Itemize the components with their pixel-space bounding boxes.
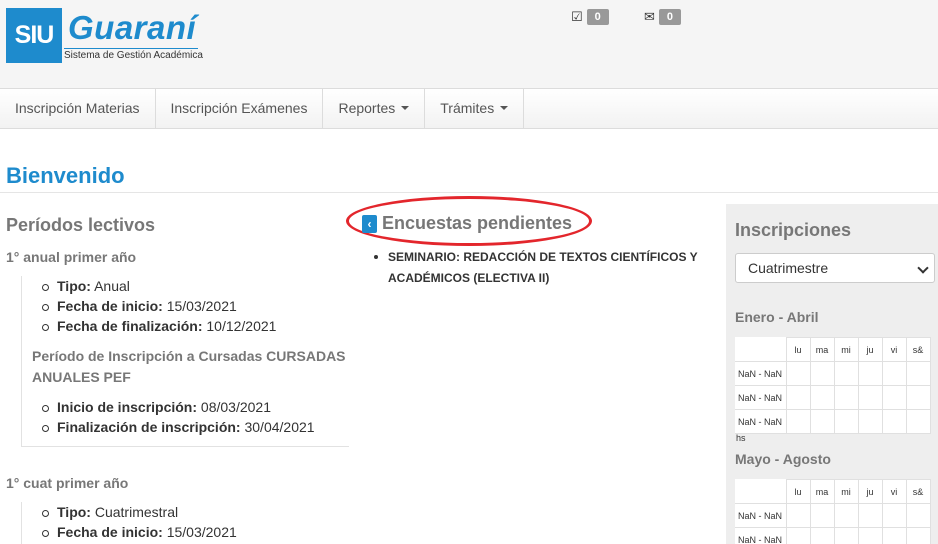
- period-anual-list: Tipo: Anual Fecha de inicio: 15/03/2021 …: [22, 276, 349, 336]
- period-cuat-list: Tipo: Cuatrimestral Fecha de inicio: 15/…: [22, 502, 349, 542]
- chevron-down-icon: [917, 262, 929, 274]
- period-anual-name: 1° anual primer año: [6, 249, 137, 265]
- nav-label: Reportes: [338, 100, 396, 116]
- table-row: NaN - NaN: [735, 527, 931, 544]
- day-header: s&: [905, 479, 931, 504]
- month-title-2: Mayo - Agosto: [735, 451, 831, 467]
- period-anual-details: Tipo: Anual Fecha de inicio: 15/03/2021 …: [21, 276, 349, 447]
- messages-count-badge: 0: [658, 9, 682, 25]
- time-range-label: NaN - NaN: [735, 503, 787, 528]
- time-range-label: NaN - NaN: [735, 409, 787, 434]
- day-header: lu: [785, 337, 811, 362]
- corner-cell: [735, 337, 787, 362]
- month-title-1: Enero - Abril: [735, 309, 819, 325]
- periodos-title: Períodos lectivos: [6, 215, 156, 235]
- title-divider: [0, 192, 938, 193]
- messages-indicator[interactable]: ✉ 0: [644, 9, 682, 25]
- encuestas-list: SEMINARIO: REDACCIÓN DE TEXTOS CIENTÍFIC…: [374, 247, 714, 289]
- select-value: Cuatrimestre: [748, 260, 829, 276]
- logo-subtitle: Sistema de Gestión Académica: [64, 48, 203, 61]
- period-cuat-name: 1° cuat primer año: [6, 475, 129, 491]
- day-header: vi: [881, 337, 907, 362]
- list-item: Finalización de inscripción: 30/04/2021: [22, 417, 349, 437]
- page: SIU Guaraní Sistema de Gestión Académica…: [0, 0, 938, 544]
- caret-down-icon: [500, 106, 509, 111]
- list-item: Fecha de finalización: 10/12/2021: [22, 316, 349, 336]
- day-header: mi: [833, 337, 859, 362]
- checkbox-check-icon: ☑: [571, 9, 583, 24]
- day-header: ma: [809, 479, 835, 504]
- nav-label: Inscripción Exámenes: [170, 100, 308, 116]
- day-header: ju: [857, 337, 883, 362]
- table-row: NaN - NaN: [735, 409, 931, 434]
- time-range-label: NaN - NaN: [735, 361, 787, 386]
- encuestas-title: Encuestas pendientes: [382, 213, 573, 233]
- main-navbar: Inscripción Materias Inscripción Exámene…: [0, 88, 938, 129]
- day-header: s&: [905, 337, 931, 362]
- inscripcion-period-title: Período de Inscripción a Cursadas CURSAD…: [32, 348, 346, 385]
- nav-reportes-dropdown[interactable]: Reportes: [323, 89, 426, 128]
- list-item: Fecha de inicio: 15/03/2021: [22, 522, 349, 542]
- siu-guarani-logo[interactable]: SIU Guaraní Sistema de Gestión Académica: [6, 8, 203, 64]
- schedule-table-1: lu ma mi ju vi s& NaN - NaN NaN - NaN Na…: [735, 337, 931, 434]
- day-header: ma: [809, 337, 835, 362]
- corner-cell: [735, 479, 787, 504]
- table-row: NaN - NaN: [735, 503, 931, 528]
- list-item: Inicio de inscripción: 08/03/2021: [22, 397, 349, 417]
- nav-tramites-dropdown[interactable]: Trámites: [425, 89, 525, 128]
- periodo-select[interactable]: Cuatrimestre: [735, 253, 935, 283]
- logo-siu-block: SIU: [6, 8, 62, 63]
- nav-label: Trámites: [440, 100, 495, 116]
- list-item: Tipo: Anual: [22, 276, 349, 296]
- time-range-label: NaN - NaN: [735, 385, 787, 410]
- encuesta-item[interactable]: SEMINARIO: REDACCIÓN DE TEXTOS CIENTÍFIC…: [374, 247, 714, 289]
- list-item: Tipo: Cuatrimestral: [22, 502, 349, 522]
- logo-wordmark: Guaraní: [68, 9, 197, 46]
- page-title: Bienvenido: [6, 163, 125, 188]
- nav-inscripcion-examenes[interactable]: Inscripción Exámenes: [156, 89, 324, 128]
- day-header: vi: [881, 479, 907, 504]
- time-range-label: NaN - NaN: [735, 527, 787, 544]
- schedule-table-2: lu ma mi ju vi s& NaN - NaN NaN - NaN: [735, 479, 931, 544]
- day-header: mi: [833, 479, 859, 504]
- day-header: ju: [857, 479, 883, 504]
- table-row: NaN - NaN: [735, 385, 931, 410]
- tasks-count-badge: 0: [586, 9, 609, 25]
- period-cuat-details: Tipo: Cuatrimestral Fecha de inicio: 15/…: [21, 502, 349, 544]
- list-item: Fecha de inicio: 15/03/2021: [22, 296, 349, 316]
- inscripciones-sidebar: Inscripciones Cuatrimestre Enero - Abril…: [726, 204, 938, 544]
- tasks-indicator[interactable]: ☑ 0: [571, 9, 609, 25]
- encuestas-header: ‹ Encuestas pendientes: [362, 213, 572, 234]
- inscripciones-title: Inscripciones: [735, 220, 852, 240]
- chevron-left-icon[interactable]: ‹: [362, 214, 377, 233]
- nav-inscripcion-materias[interactable]: Inscripción Materias: [0, 89, 156, 128]
- table-row: NaN - NaN: [735, 361, 931, 386]
- day-header: lu: [785, 479, 811, 504]
- nav-label: Inscripción Materias: [15, 100, 140, 116]
- header: SIU Guaraní Sistema de Gestión Académica…: [0, 0, 938, 88]
- hours-footer: hs: [736, 433, 746, 443]
- inscripcion-period-list: Inicio de inscripción: 08/03/2021 Finali…: [22, 397, 349, 437]
- caret-down-icon: [401, 106, 410, 111]
- envelope-icon: ✉: [644, 9, 655, 24]
